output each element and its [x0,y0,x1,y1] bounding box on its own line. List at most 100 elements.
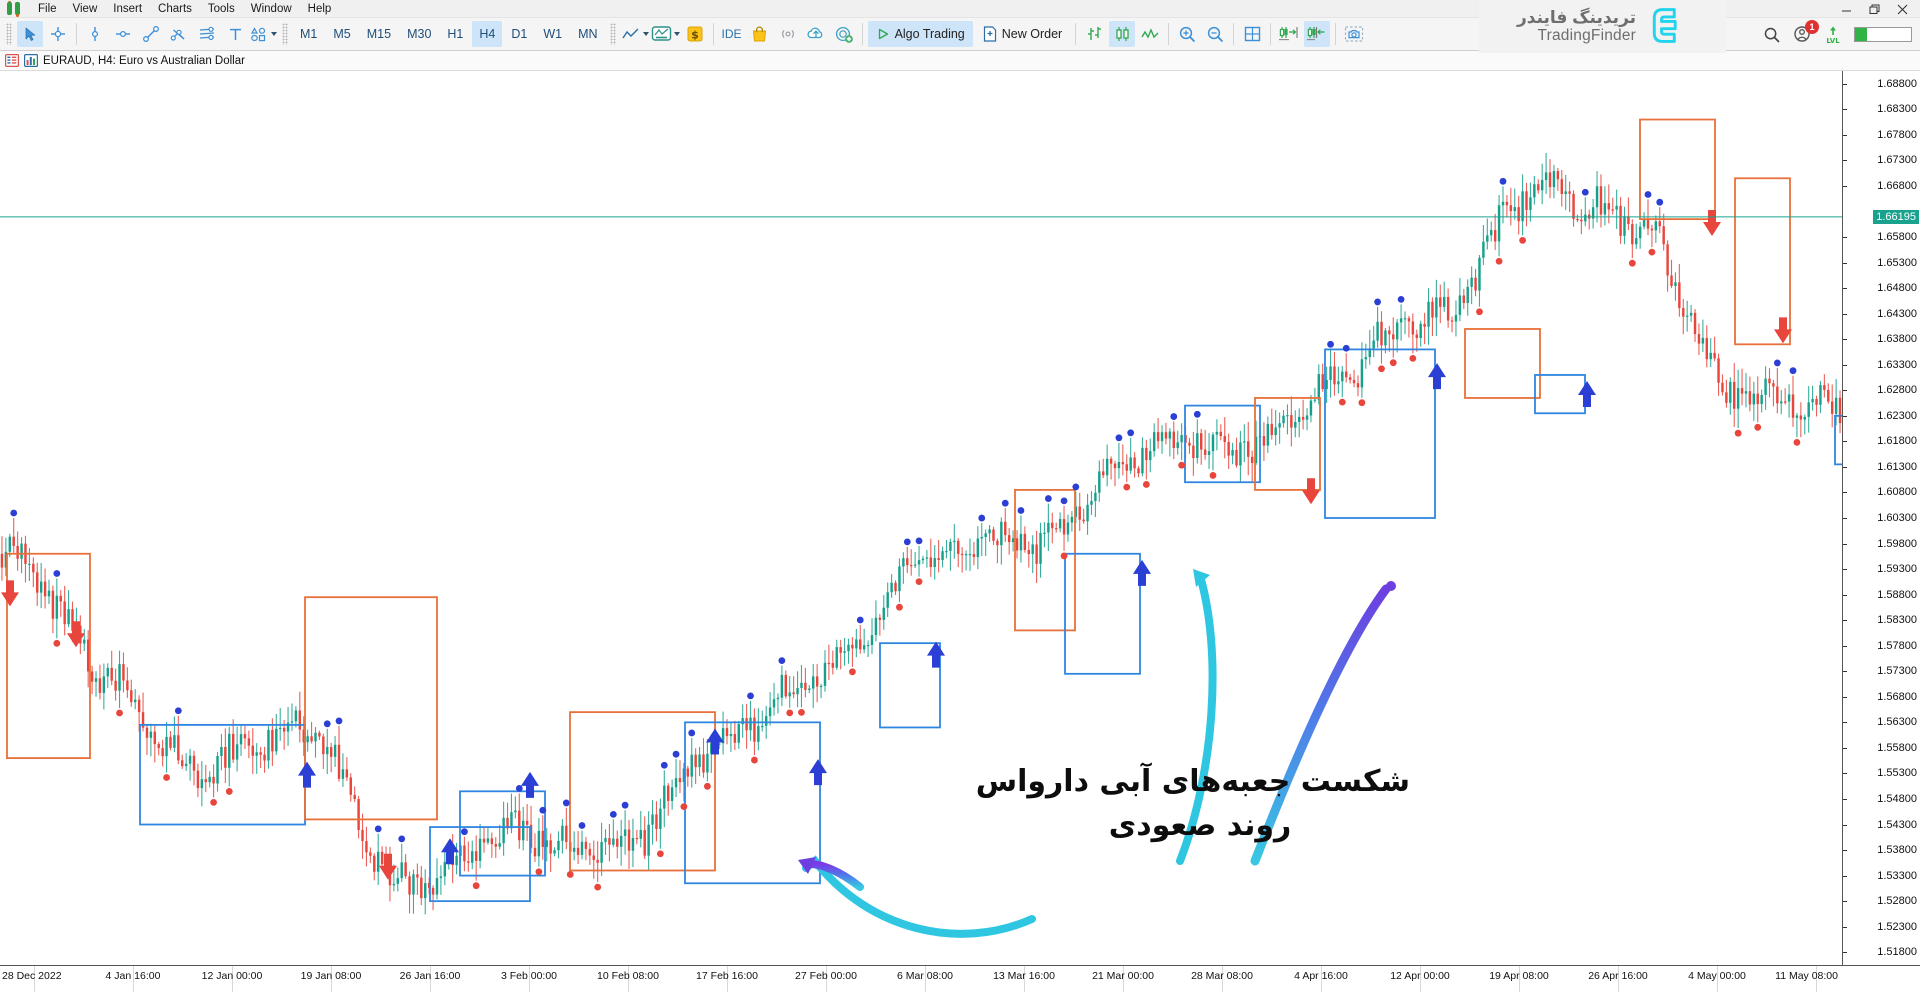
price-tick-label: 1.58300 [1877,614,1917,626]
chart-shift-button[interactable] [1276,21,1302,47]
candle-body [726,728,728,736]
fractal-low-dot [1061,553,1068,560]
timeframe-m15[interactable]: M15 [360,21,398,47]
candle-body [397,878,399,884]
fractal-high-dot [1045,495,1052,502]
screenshot-button[interactable] [1341,21,1367,47]
timeframe-m5[interactable]: M5 [326,21,357,47]
candle-body [1321,374,1323,389]
fractal-low-dot [1409,355,1416,362]
crosshair-tool-button[interactable] [45,21,71,47]
shapes-tool-button[interactable] [250,21,277,47]
timeframe-d1[interactable]: D1 [504,21,534,47]
time-scale[interactable]: 28 Dec 20224 Jan 16:0012 Jan 00:0019 Jan… [0,965,1920,996]
chevron-down-icon[interactable] [643,32,649,36]
candle-body [1627,216,1629,224]
menu-item-insert[interactable]: Insert [105,0,150,18]
polyline-tool-button[interactable] [166,21,192,47]
maximize-restore-button[interactable] [1860,0,1888,18]
market-button[interactable] [747,21,773,47]
chart-table-icon [5,54,19,67]
text-tool-button[interactable] [222,21,248,47]
candle-body [1263,436,1265,446]
candle-body [1133,457,1135,468]
menu-item-view[interactable]: View [65,0,106,18]
zoom-out-button[interactable] [1202,21,1228,47]
strategy-tester-button[interactable] [831,21,857,47]
candle-body [189,756,191,764]
menu-item-file[interactable]: File [30,0,65,18]
chart-canvas-area[interactable] [0,71,1920,965]
bar-chart-button[interactable] [1081,21,1107,47]
auto-scroll-button[interactable] [1304,21,1330,47]
candle-body [1682,308,1684,317]
candle-body [1553,171,1555,187]
price-chart-svg[interactable] [0,71,1920,965]
line-chart-button[interactable] [1137,21,1163,47]
menu-item-help[interactable]: Help [300,0,340,18]
grid-button[interactable] [1239,21,1265,47]
timeframe-m1[interactable]: M1 [293,21,324,47]
zoom-in-button[interactable] [1174,21,1200,47]
notifications-button[interactable]: 1 [1793,25,1812,44]
menu-item-window[interactable]: Window [243,0,300,18]
indicators-button[interactable] [621,21,649,47]
candle-body [1114,464,1116,469]
vertical-line-tool-button[interactable] [82,21,108,47]
menu-item-charts[interactable]: Charts [150,0,200,18]
fractal-high-dot [336,718,343,725]
templates-button[interactable] [651,21,680,47]
price-tick-label: 1.54300 [1877,819,1917,831]
time-tick-label: 12 Jan 00:00 [202,970,263,982]
candle-body [1349,377,1351,380]
candle-body [1149,451,1151,460]
timeframe-h1[interactable]: H1 [440,21,470,47]
price-scale[interactable]: 1.688001.683001.678001.673001.668001.658… [1842,71,1920,965]
timeframe-m30[interactable]: M30 [400,21,438,47]
candle-body [1482,242,1484,258]
cursor-tool-button[interactable] [17,21,43,47]
timeframe-mn[interactable]: MN [571,21,604,47]
signals-button[interactable] [775,21,801,47]
horizontal-line-tool-button[interactable] [110,21,136,47]
chevron-down-icon[interactable] [271,32,277,36]
candle-body [20,544,22,559]
sell-signal-arrow [1703,210,1721,236]
toolbar-grip[interactable] [6,23,12,45]
metaeditor-ide-button[interactable]: IDE [719,21,745,47]
timeframe-w1[interactable]: W1 [536,21,569,47]
search-button[interactable] [1763,26,1781,44]
candle-body [1839,398,1841,423]
toolbar-grip-timeframes[interactable] [282,23,288,45]
minimize-button[interactable] [1832,0,1860,18]
candle-body [585,842,587,849]
toolbar-grip-indicators[interactable] [610,23,616,45]
candle-body [1384,330,1386,345]
candle-body [800,683,802,688]
new-order-button[interactable]: New Order [975,21,1070,47]
connection-meter[interactable] [1854,27,1912,42]
equidistant-channel-tool-button[interactable] [194,21,220,47]
candle-body [1455,315,1457,322]
candle-body [1063,519,1065,534]
trendline-tool-button[interactable] [138,21,164,47]
menu-item-tools[interactable]: Tools [200,0,243,18]
chevron-down-icon[interactable] [674,32,680,36]
candle-body [961,554,963,555]
level-indicator[interactable]: LVL [1824,25,1842,44]
candle-body [1306,415,1308,419]
timeframe-h4[interactable]: H4 [472,21,502,47]
time-tick-label: 4 May 00:00 [1688,970,1746,982]
fractal-low-dot [751,757,758,764]
price-tick [1843,671,1847,672]
dollar-button[interactable]: $ [682,21,708,47]
price-tick [1843,697,1847,698]
candle-body [1071,517,1073,523]
algo-trading-button[interactable]: Algo Trading [868,21,973,47]
candle-body [1647,219,1649,228]
candlestick-chart-button[interactable] [1109,21,1135,47]
candle-body [16,546,18,559]
close-button[interactable] [1888,0,1916,18]
candle-body [1400,318,1402,322]
vps-cloud-button[interactable] [803,21,829,47]
